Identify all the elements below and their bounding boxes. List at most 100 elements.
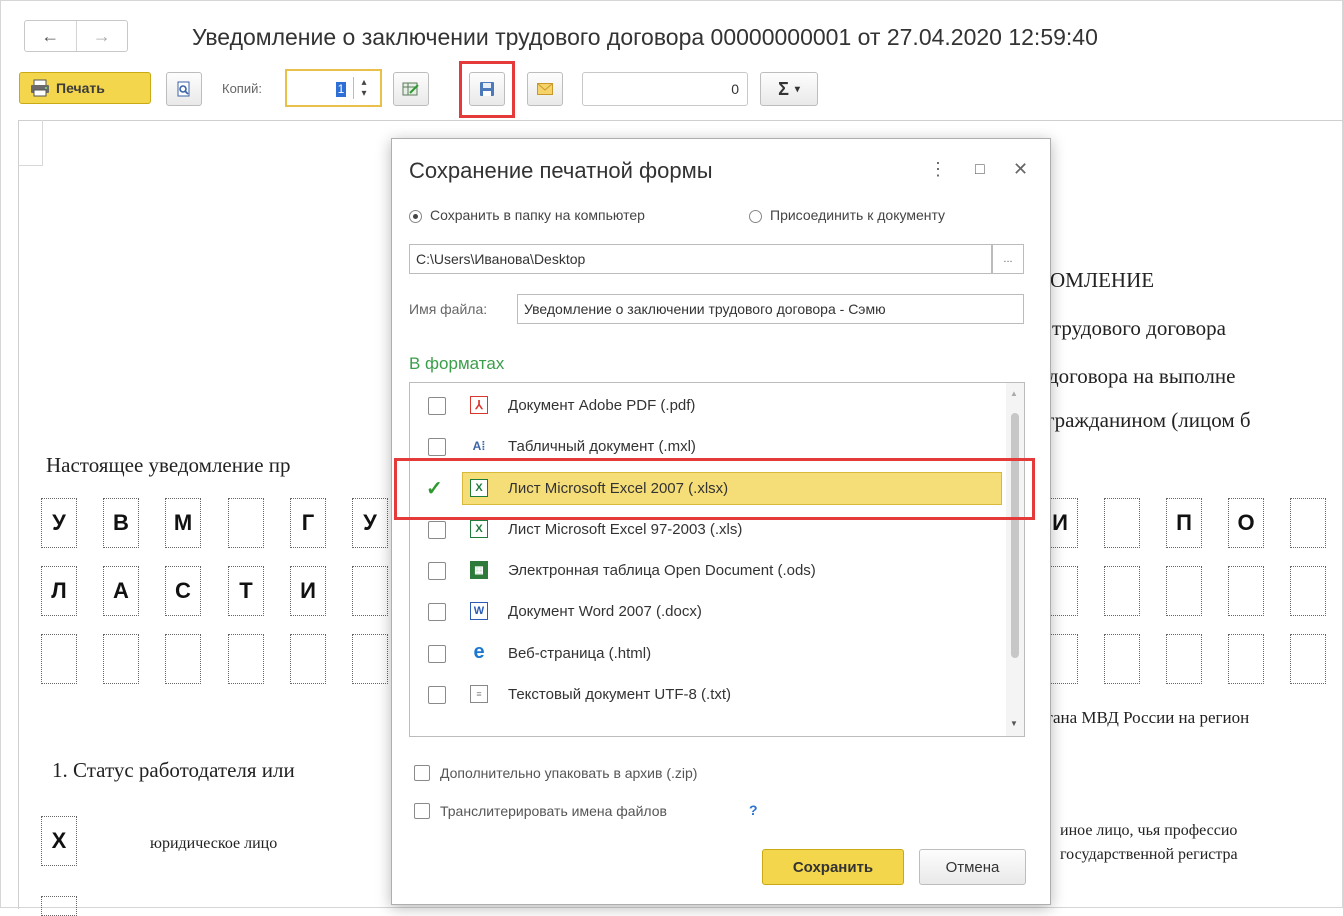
- format-row-docx[interactable]: W Документ Word 2007 (.docx): [410, 591, 1006, 632]
- letter-cell: В: [103, 498, 139, 548]
- sum-counter-field[interactable]: 0: [582, 72, 748, 106]
- format-label-mxl: Табличный документ (.mxl): [508, 438, 696, 455]
- excel-icon: X: [470, 520, 488, 538]
- ods-icon: ▦: [470, 561, 488, 579]
- letter-cell: А: [103, 566, 139, 616]
- format-row-ods[interactable]: ▦ Электронная таблица Open Document (.od…: [410, 550, 1006, 591]
- pdf-icon: ⅄: [470, 396, 488, 414]
- format-row-txt[interactable]: ≡ Текстовый документ UTF-8 (.txt): [410, 674, 1006, 715]
- format-checkbox-mxl[interactable]: [428, 438, 446, 456]
- formats-scrollbar-thumb[interactable]: [1011, 413, 1019, 658]
- edit-mode-button[interactable]: [393, 72, 429, 106]
- scroll-down-icon[interactable]: ▼: [1010, 719, 1018, 728]
- radio-save-to-folder-label: Сохранить в папку на компьютер: [430, 207, 645, 223]
- sigma-icon: Σ: [778, 78, 789, 99]
- mxl-icon: A⁞: [472, 439, 486, 453]
- format-checkbox-txt[interactable]: [428, 686, 446, 704]
- letter-cell: Г: [290, 498, 326, 548]
- format-checkbox-xls[interactable]: [428, 521, 446, 539]
- translit-label: Транслитерировать имена файлов: [440, 803, 667, 819]
- envelope-icon: [537, 83, 553, 95]
- format-checkbox-ods[interactable]: [428, 562, 446, 580]
- forward-button[interactable]: →: [75, 21, 128, 51]
- letter-cell: И: [290, 566, 326, 616]
- translit-checkbox[interactable]: [414, 803, 430, 819]
- format-label-docx: Документ Word 2007 (.docx): [508, 603, 702, 620]
- send-email-button[interactable]: [527, 72, 563, 106]
- format-checkbox-html[interactable]: [428, 645, 446, 663]
- browse-path-button[interactable]: ...: [992, 244, 1024, 274]
- letter-cell: [1104, 566, 1140, 616]
- format-row-pdf[interactable]: ⅄ Документ Adobe PDF (.pdf): [410, 385, 1006, 426]
- legal-entity-mark: Х: [41, 816, 77, 866]
- format-label-xls: Лист Microsoft Excel 97-2003 (.xls): [508, 521, 743, 538]
- dialog-cancel-button[interactable]: Отмена: [919, 849, 1026, 885]
- document-corner: [18, 120, 43, 166]
- letter-cell: [1104, 498, 1140, 548]
- path-field[interactable]: C:\Users\Иванова\Desktop: [409, 244, 992, 274]
- back-button[interactable]: ←: [25, 21, 76, 51]
- letter-cell: [228, 634, 264, 684]
- format-label-pdf: Документ Adobe PDF (.pdf): [508, 397, 696, 414]
- state-reg-text: государственной регистра: [1060, 846, 1238, 863]
- table-edit-icon: [402, 82, 419, 96]
- letter-cell: [1166, 566, 1202, 616]
- page-title: Уведомление о заключении трудового догов…: [192, 24, 1098, 50]
- radio-attach-to-document[interactable]: [749, 210, 762, 223]
- format-checkbox-docx[interactable]: [428, 603, 446, 621]
- letter-cell: [352, 566, 388, 616]
- dropdown-arrow-icon: ▾: [794, 83, 800, 95]
- nav-buttons: ← →: [24, 20, 128, 52]
- letter-cell: У: [41, 498, 77, 548]
- formats-list: ⅄ Документ Adobe PDF (.pdf) A⁞ Табличный…: [409, 382, 1025, 737]
- selected-format-highlight: [394, 458, 1035, 520]
- format-label-ods: Электронная таблица Open Document (.ods): [508, 562, 816, 579]
- letter-cell: [1290, 566, 1326, 616]
- letter-cell: [1104, 634, 1140, 684]
- doc-line-2: договора на выполне: [1048, 364, 1236, 388]
- page-preview-icon: [177, 81, 190, 97]
- filename-field[interactable]: Уведомление о заключении трудового догов…: [517, 294, 1024, 324]
- radio-save-to-folder[interactable]: [409, 210, 422, 223]
- format-checkbox-pdf[interactable]: [428, 397, 446, 415]
- formats-heading: В форматах: [409, 354, 505, 373]
- letter-cell: [1228, 634, 1264, 684]
- letter-cell: У: [352, 498, 388, 548]
- letter-cell: [1228, 566, 1264, 616]
- printer-icon: [31, 79, 49, 97]
- sum-menu-button[interactable]: Σ ▾: [760, 72, 818, 106]
- letter-cell: [41, 634, 77, 684]
- legal-entity-label: юридическое лицо: [150, 835, 278, 852]
- print-button-label: Печать: [56, 80, 105, 96]
- help-icon[interactable]: ?: [749, 802, 758, 818]
- dialog-save-button[interactable]: Сохранить: [762, 849, 904, 885]
- word-icon: W: [470, 602, 488, 620]
- doc-line-3: гражданином (лицом б: [1046, 408, 1251, 432]
- letter-cell: [352, 634, 388, 684]
- doc-heading: ОМЛЕНИЕ: [1050, 268, 1155, 292]
- format-label-html: Веб-страница (.html): [508, 645, 652, 662]
- zip-checkbox[interactable]: [414, 765, 430, 781]
- print-button[interactable]: Печать: [19, 72, 151, 104]
- close-icon[interactable]: ✕: [1013, 159, 1028, 180]
- doc-intro: Настоящее уведомление пр: [46, 453, 291, 477]
- maximize-icon[interactable]: □: [975, 161, 985, 179]
- copies-spinner[interactable]: ▴ ▾: [353, 77, 374, 99]
- save-button-highlight: [459, 61, 515, 118]
- doc-section-1: 1. Статус работодателя или: [52, 758, 295, 782]
- copies-input[interactable]: 1 ▴ ▾: [285, 69, 382, 107]
- letter-cell: П: [1166, 498, 1202, 548]
- more-menu-icon[interactable]: ⋮: [929, 159, 947, 180]
- scroll-up-icon[interactable]: ▲: [1010, 389, 1018, 398]
- letter-cell: [41, 896, 77, 916]
- copies-value: 1: [336, 82, 346, 97]
- zip-label: Дополнительно упаковать в архив (.zip): [440, 765, 698, 781]
- letter-cell: [1290, 634, 1326, 684]
- edge-icon: e: [473, 640, 485, 663]
- radio-attach-label: Присоединить к документу: [770, 207, 946, 223]
- letter-cell: С: [165, 566, 201, 616]
- format-row-html[interactable]: e Веб-страница (.html): [410, 633, 1006, 674]
- preview-button[interactable]: [166, 72, 202, 106]
- doc-mvd-text: гана МВД России на регион: [1046, 708, 1250, 727]
- letter-cell: Л: [41, 566, 77, 616]
